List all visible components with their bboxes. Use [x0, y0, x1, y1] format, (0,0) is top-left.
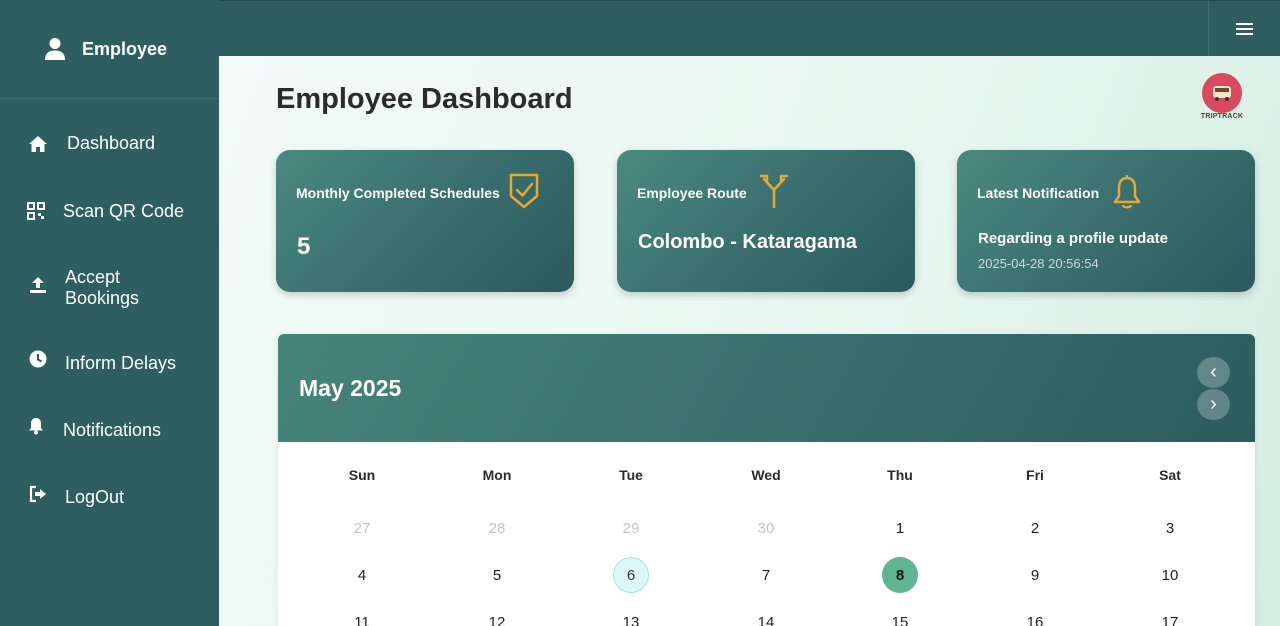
shield-check-icon: [509, 173, 539, 209]
weekday-header: Sat: [1159, 467, 1181, 483]
weekday-header: Sun: [348, 467, 376, 483]
calendar: May 2025 ‹ › Sun Mon Tue Wed Thu Fri Sat 27 28 29…: [278, 334, 1255, 626]
sidebar-item-label: Accept Bookings: [65, 267, 140, 308]
calendar-day[interactable]: 16: [1017, 604, 1053, 626]
calendar-month: May 2025: [299, 375, 402, 401]
bus-icon: [1202, 73, 1242, 113]
calendar-day[interactable]: 3: [1152, 510, 1188, 546]
calendar-day[interactable]: 11: [344, 604, 380, 626]
calendar-day[interactable]: 15: [882, 604, 918, 626]
user-icon: [44, 38, 65, 60]
calendar-day[interactable]: 29: [613, 510, 649, 546]
calendar-day[interactable]: 28: [479, 510, 515, 546]
sidebar-item-scan-qr[interactable]: Scan QR Code: [0, 201, 219, 222]
sidebar-item-inform-delays[interactable]: Inform Delays: [0, 350, 219, 374]
home-icon: [28, 134, 48, 154]
sidebar-header: Employee: [0, 0, 219, 99]
completed-schedules-count: 5: [297, 233, 311, 260]
calendar-day[interactable]: 2: [1017, 510, 1053, 546]
calendar-day[interactable]: 6: [613, 557, 649, 593]
weekday-header: Fri: [1026, 467, 1044, 483]
route-split-icon: [759, 174, 789, 209]
sidebar-item-notifications[interactable]: Notifications: [0, 418, 219, 441]
hamburger-icon: [1236, 20, 1253, 38]
sidebar-item-dashboard[interactable]: Dashboard: [0, 133, 219, 154]
card-title: Employee Route: [637, 185, 747, 201]
calendar-day[interactable]: 12: [479, 604, 515, 626]
card-title: Monthly Completed Schedules: [296, 185, 500, 201]
weekday-header: Mon: [482, 467, 512, 483]
clock-icon: [28, 349, 48, 369]
calendar-day[interactable]: 13: [613, 604, 649, 626]
calendar-day[interactable]: 30: [748, 510, 784, 546]
triptrack-logo: TRIPTRACK: [1198, 73, 1246, 125]
prev-month-button[interactable]: ‹: [1197, 357, 1230, 388]
notification-timestamp: 2025-04-28 20:56:54: [978, 256, 1099, 271]
bell-icon: [26, 416, 46, 436]
calendar-day[interactable]: 8: [882, 557, 918, 593]
calendar-day[interactable]: 17: [1152, 604, 1188, 626]
qr-code-icon: [26, 201, 46, 221]
weekday-header: Thu: [887, 467, 913, 483]
sidebar-title: Employee: [81, 38, 168, 59]
upload-icon: [28, 275, 48, 295]
sidebar-item-accept-bookings[interactable]: Accept Bookings: [0, 267, 219, 309]
next-month-button[interactable]: ›: [1197, 389, 1230, 420]
route-value: Colombo - Kataragama: [638, 231, 857, 253]
weekday-header: Wed: [751, 467, 781, 483]
weekday-header: Tue: [619, 467, 643, 483]
calendar-day[interactable]: 14: [748, 604, 784, 626]
calendar-day[interactable]: 9: [1017, 557, 1053, 593]
calendar-day[interactable]: 1: [882, 510, 918, 546]
top-bar: [219, 0, 1280, 57]
page-title: Employee Dashboard: [276, 83, 573, 115]
latest-notification-card: Latest Notification Regarding a profile …: [957, 150, 1255, 292]
main-content: Employee Dashboard TRIPTRACK Monthly Com…: [219, 56, 1280, 626]
calendar-day[interactable]: 27: [344, 510, 380, 546]
sidebar-item-label: Scan QR Code: [63, 201, 185, 221]
sidebar-item-label: LogOut: [65, 487, 125, 507]
calendar-day[interactable]: 4: [344, 557, 380, 593]
sidebar-item-logout[interactable]: LogOut: [0, 484, 219, 508]
calendar-day[interactable]: 7: [748, 557, 784, 593]
calendar-day[interactable]: 5: [479, 557, 515, 593]
card-title: Latest Notification: [977, 185, 1100, 201]
sidebar: Employee Dashboard Scan QR Code Accept B…: [0, 0, 219, 626]
notification-message: Regarding a profile update: [978, 230, 1169, 247]
bell-icon: [1113, 175, 1141, 209]
hamburger-menu-button[interactable]: [1208, 1, 1280, 57]
logout-icon: [28, 484, 48, 504]
employee-route-card: Employee Route Colombo - Kataragama: [617, 150, 915, 292]
logo-text: TRIPTRACK: [1200, 113, 1244, 120]
calendar-day[interactable]: 10: [1152, 557, 1188, 593]
sidebar-item-label: Notifications: [63, 420, 162, 440]
sidebar-item-label: Dashboard: [67, 133, 156, 153]
monthly-schedules-card: Monthly Completed Schedules 5: [276, 150, 574, 292]
calendar-header: May 2025 ‹ ›: [278, 334, 1255, 442]
sidebar-item-label: Inform Delays: [65, 353, 177, 373]
